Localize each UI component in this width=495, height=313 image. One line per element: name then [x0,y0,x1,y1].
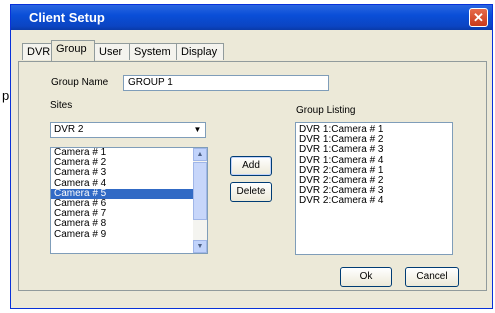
cancel-button[interactable]: Cancel [405,267,459,287]
camera-list-item[interactable]: Camera # 8 [51,219,207,229]
add-button[interactable]: Add [230,156,272,176]
scroll-thumb[interactable] [193,162,207,220]
camera-list[interactable]: Camera # 1 Camera # 2 Camera # 3 Camera # 4… [50,147,208,254]
sites-dropdown[interactable]: DVR 2 ▼ [50,122,206,138]
client-setup-dialog: Client Setup ✕ DVR Group User System Dis… [10,4,493,309]
scroll-up-icon[interactable]: ▲ [193,148,207,161]
group-name-field[interactable]: GROUP 1 [123,75,329,91]
tab-display[interactable]: Display [176,43,224,60]
delete-button[interactable]: Delete [230,182,272,202]
stray-text-fragment: p [2,88,10,103]
tab-system[interactable]: System [129,43,177,60]
chevron-down-icon[interactable]: ▼ [191,124,204,136]
title-bar[interactable]: Client Setup ✕ [11,5,492,30]
close-icon: ✕ [473,10,484,25]
group-listing-list[interactable]: DVR 1:Camera # 1 DVR 1:Camera # 2 DVR 1:Ca… [295,122,453,255]
tab-group[interactable]: Group [51,40,95,61]
close-button[interactable]: ✕ [469,8,488,27]
scroll-down-icon[interactable]: ▼ [193,240,207,253]
window-title: Client Setup [29,10,105,25]
group-listing-label: Group Listing [296,105,356,116]
group-listing-items: DVR 1:Camera # 1 DVR 1:Camera # 2 DVR 1:Ca… [296,124,452,207]
group-tab-panel: Group Name GROUP 1 Sites DVR 2 ▼ Camera … [18,61,487,291]
sites-label: Sites [50,100,73,111]
group-listing-item[interactable]: DVR 2:Camera # 4 [296,196,452,206]
camera-list-items: Camera # 1 Camera # 2 Camera # 3 Camera # 4… [51,148,207,240]
camera-list-item[interactable]: Camera # 9 [51,229,207,240]
camera-list-scrollbar[interactable]: ▲ ▼ [193,148,207,253]
tab-dvr[interactable]: DVR [22,43,52,60]
tab-user[interactable]: User [94,43,130,60]
group-name-label: Group Name [51,77,109,88]
ok-button[interactable]: Ok [340,267,392,287]
sites-selected-value: DVR 2 [54,124,84,135]
